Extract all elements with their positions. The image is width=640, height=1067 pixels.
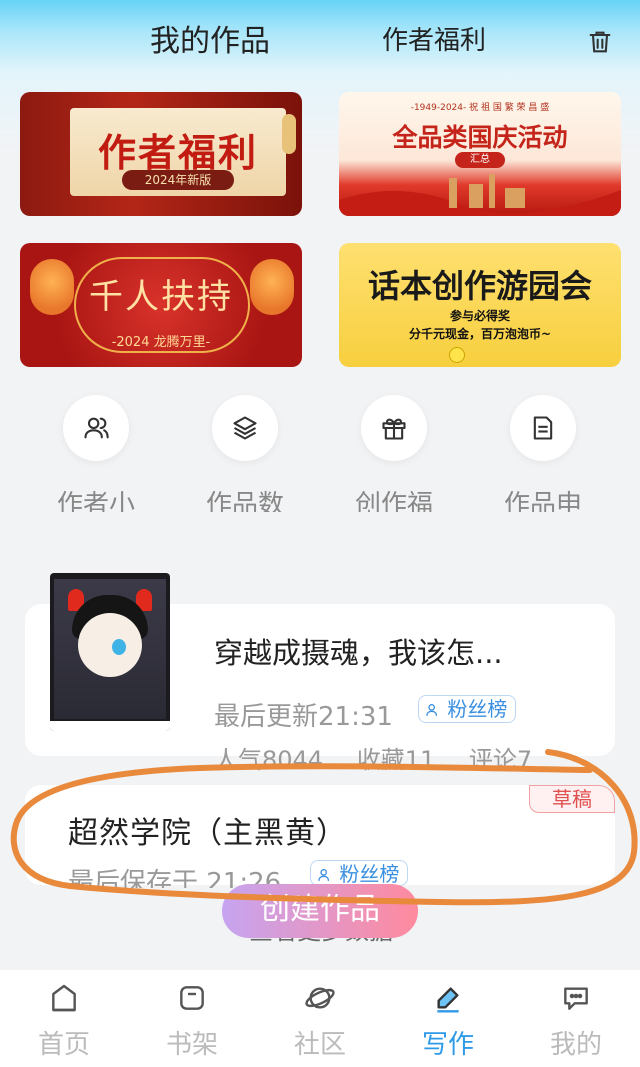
fan-ranking-label: 粉丝榜: [447, 697, 508, 721]
quick-action-author-guide[interactable]: [63, 395, 129, 461]
banner-story-fair[interactable]: 话本创作游园会 参与必得奖 分千元现金，百万泡泡币~: [339, 243, 621, 367]
nav-label: 写作: [421, 1030, 474, 1060]
banner-title: 作者福利: [97, 131, 258, 175]
banner-title: 千人扶持: [89, 277, 233, 317]
banner-author-benefits[interactable]: 作者福利 2024年新版: [20, 92, 302, 216]
fans-icon: [426, 704, 437, 716]
quick-action-work-apply[interactable]: [510, 395, 576, 461]
quick-action-label: 作者小: [56, 490, 135, 512]
banner-national-day[interactable]: -1949-2024- 祝 祖 国 繁 荣 昌 盛 全品类国庆活动 汇总: [339, 92, 621, 216]
nav-bookshelf[interactable]: 书架: [128, 970, 256, 1067]
tab-author-benefits[interactable]: 作者福利: [382, 20, 486, 57]
banner-title: 话本创作游园会: [367, 267, 592, 305]
fans-icon: [318, 869, 329, 881]
nav-label: 首页: [37, 1030, 90, 1060]
create-work-button[interactable]: 创建作品: [222, 884, 418, 938]
banner-line-1: 参与必得奖: [449, 309, 510, 323]
bottom-nav: 首页 书架 社区 写作 我的: [0, 970, 640, 1067]
nav-home[interactable]: 首页: [0, 970, 128, 1067]
work-stats: 人气8044 收藏11 评论7: [214, 740, 558, 775]
draft-badge: 草稿: [529, 785, 615, 813]
banner-scroll: 作者福利 2024年新版: [70, 108, 286, 196]
nav-label: 我的: [549, 1030, 602, 1060]
city-skyline-icon: [339, 174, 621, 216]
fan-ranking-badge[interactable]: 粉丝榜: [310, 860, 409, 886]
work-title[interactable]: 穿越成摄魂，我该怎...: [214, 630, 503, 672]
bookshelf-icon: [180, 986, 204, 1010]
document-icon: [533, 416, 553, 440]
banner-subtitle: 2024年新版: [122, 170, 234, 190]
banner-subtitle: -2024 龙腾万里-: [111, 335, 211, 350]
home-icon: [52, 984, 76, 1012]
trash-icon[interactable]: [586, 28, 614, 56]
quick-action-creation-benefits[interactable]: [361, 395, 427, 461]
users-icon: [84, 417, 109, 439]
work-cover-image[interactable]: [50, 573, 170, 731]
layers-icon: [233, 416, 257, 440]
nav-label: 书架: [165, 1030, 218, 1060]
quick-action-label: 作品申: [503, 490, 582, 512]
banner-thousand-support[interactable]: 千人扶持 -2024 龙腾万里-: [20, 243, 302, 367]
work-last-updated: 最后更新21:31: [214, 702, 393, 732]
banner-tag: 汇总: [455, 152, 505, 168]
quick-action-work-data[interactable]: [212, 395, 278, 461]
stat-comments: 评论7: [468, 746, 533, 774]
banner-title: 全品类国庆活动: [392, 123, 568, 152]
nav-me[interactable]: 我的: [512, 970, 640, 1067]
quick-action-label: 作品数: [205, 490, 284, 512]
pen-icon: [437, 987, 459, 1013]
tab-my-works[interactable]: 我的作品: [150, 16, 270, 60]
banner-line-2: 分千元现金，百万泡泡币~: [408, 327, 552, 341]
gift-icon: [382, 418, 406, 440]
lantern-icon: [282, 114, 296, 154]
planet-icon: [305, 987, 335, 1009]
header: 我的作品 作者福利: [0, 0, 640, 75]
nav-community[interactable]: 社区: [256, 970, 384, 1067]
draft-title[interactable]: 超然学院（主黑黄）: [68, 808, 347, 852]
stat-favorites: 收藏11: [356, 746, 436, 774]
nav-label: 社区: [293, 1030, 346, 1060]
chat-icon: [564, 987, 588, 1010]
quick-action-label: 创作福: [354, 490, 433, 512]
stat-popularity: 人气8044: [214, 746, 324, 774]
banner-top-text: -1949-2024- 祝 祖 国 繁 荣 昌 盛: [410, 103, 550, 113]
mascot-icon: [449, 347, 465, 363]
fan-ranking-badge[interactable]: 粉丝榜: [418, 695, 517, 723]
nav-writing[interactable]: 写作: [384, 970, 512, 1067]
fan-ranking-label: 粉丝榜: [339, 862, 400, 886]
